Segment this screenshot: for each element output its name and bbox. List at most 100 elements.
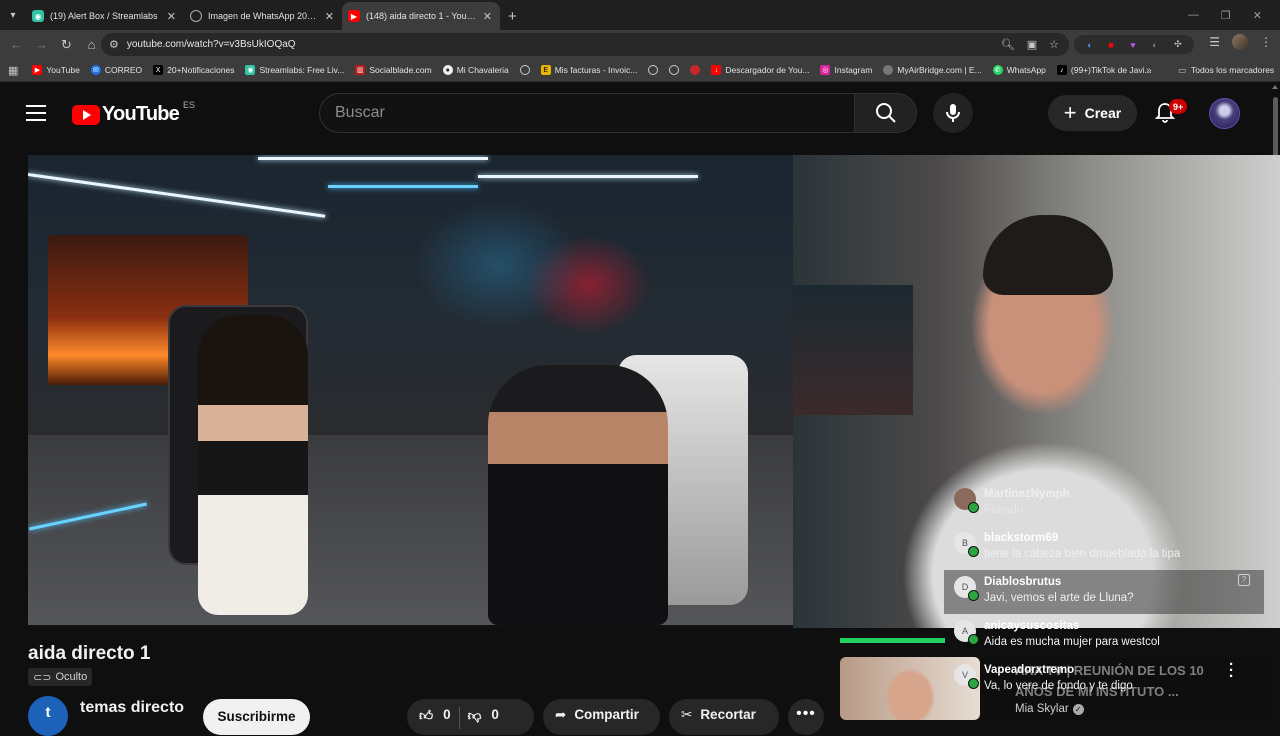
tab-search-icon[interactable]: ▾ xyxy=(0,0,26,30)
all-bookmarks-folder[interactable]: ▭ Todos los marcadores xyxy=(1178,65,1274,76)
more-bookmarks-icon[interactable]: » xyxy=(1146,65,1152,76)
invoice-icon: E xyxy=(540,65,551,75)
close-tab-icon[interactable]: ✕ xyxy=(167,10,176,23)
browser-menu-icon[interactable]: ⋮ xyxy=(1260,35,1272,49)
search-placeholder: Buscar xyxy=(335,104,385,121)
subscribe-button[interactable]: Suscribirme xyxy=(203,699,310,735)
tab-title: Imagen de WhatsApp 2026-01 xyxy=(208,11,319,21)
chat-avatar: D xyxy=(954,576,979,601)
bookmark-item[interactable]: ↓ Descargador de You... xyxy=(711,65,809,75)
menu-icon[interactable] xyxy=(26,105,46,126)
youtube-wordmark: YouTube xyxy=(102,103,180,125)
window-controls: — ❐ ✕ xyxy=(1188,0,1280,30)
cloud-icon xyxy=(883,65,894,75)
scissors-icon: ✂ xyxy=(681,707,693,722)
chat-username: Vapeadorxtremo xyxy=(984,664,1075,676)
site-info-icon[interactable]: ⚙ xyxy=(109,38,119,51)
bookmark-item[interactable]: ✉ CORREO xyxy=(90,65,143,75)
close-tab-icon[interactable]: ✕ xyxy=(325,10,334,23)
zoom-icon[interactable]: 🔍︎ xyxy=(1001,38,1015,51)
create-label: Crear xyxy=(1084,105,1122,121)
member-badge-icon xyxy=(968,678,979,689)
search-button[interactable] xyxy=(854,93,917,133)
bookmark-item[interactable]: E Mis facturas - Invoic... xyxy=(540,65,637,75)
member-badge-icon xyxy=(968,502,979,513)
bookmark-item[interactable]: ✆ WhatsApp xyxy=(992,65,1046,75)
tab-title: (148) aida directo 1 - YouTube xyxy=(366,11,477,21)
browser-tab-bar: ▾ ◉ (19) Alert Box / Streamlabs ✕ Imagen… xyxy=(0,0,1280,30)
profile-avatar[interactable] xyxy=(1232,34,1248,50)
voice-search-button[interactable] xyxy=(933,93,973,133)
question-icon: ? xyxy=(1238,574,1250,586)
minimize-icon[interactable]: — xyxy=(1188,9,1199,21)
url-text: youtube.com/watch?v=v3BsUkIOQaQ xyxy=(126,39,296,50)
bookmark-item[interactable]: ▥ Socialblade.com xyxy=(355,65,432,75)
extension-icon[interactable]: ♥ xyxy=(1130,40,1135,50)
scene-neon-light xyxy=(328,185,478,188)
bookmark-item[interactable]: X 20+Notificaciones xyxy=(153,65,234,75)
cast-icon[interactable]: ▣ xyxy=(1027,38,1037,51)
scene-neon-light xyxy=(478,175,698,178)
chat-avatar-initial: D xyxy=(961,582,969,592)
address-bar[interactable]: ⚙ youtube.com/watch?v=v3BsUkIOQaQ 🔍︎ ▣ ☆ xyxy=(101,33,1069,56)
bookmark-star-icon[interactable]: ☆ xyxy=(1049,38,1059,51)
tab-streamlabs[interactable]: ◉ (19) Alert Box / Streamlabs ✕ xyxy=(26,2,184,30)
bookmark-item[interactable]: ◉ Streamlabs: Free Liv... xyxy=(245,65,344,75)
mail-icon: ✉ xyxy=(90,65,101,75)
clip-button[interactable]: ✂ Recortar xyxy=(669,699,779,735)
socialblade-icon: ▥ xyxy=(355,65,366,75)
account-avatar[interactable] xyxy=(1209,98,1240,129)
back-icon[interactable]: ← xyxy=(4,37,29,52)
restore-icon[interactable]: ❐ xyxy=(1221,9,1231,22)
scroll-up-icon[interactable] xyxy=(1272,85,1278,89)
visibility-badge: ⊂⊃ Oculto xyxy=(28,668,93,686)
tab-youtube[interactable]: ▶ (148) aida directo 1 - YouTube ✕ xyxy=(342,2,500,30)
channel-name[interactable]: temas directo xyxy=(80,699,184,717)
extensions-puzzle-icon[interactable]: ✣ xyxy=(1174,39,1182,50)
bookmark-item[interactable]: ♪ (99+)TikTok de Javi... xyxy=(1056,65,1152,75)
reload-icon[interactable]: ↻ xyxy=(54,37,79,53)
chat-username: anicaysuscositas xyxy=(984,620,1080,632)
close-tab-icon[interactable]: ✕ xyxy=(483,10,492,23)
bookmark-item[interactable]: ▶ YouTube xyxy=(32,65,80,75)
chat-avatar xyxy=(954,488,979,513)
dislike-button[interactable]: 👎︎ 0 xyxy=(468,707,499,724)
scrollbar-thumb[interactable] xyxy=(1273,97,1278,159)
bookmark-label: 20+Notificaciones xyxy=(167,65,235,75)
bookmark-item[interactable] xyxy=(519,65,530,75)
reading-list-icon[interactable]: ☰ xyxy=(1209,35,1220,49)
bookmark-label: MyAirBridge.com | E... xyxy=(897,65,982,75)
close-window-icon[interactable]: ✕ xyxy=(1253,9,1262,22)
new-tab-button[interactable]: + xyxy=(508,2,517,30)
more-actions-button[interactable]: ••• xyxy=(788,699,824,735)
bookmark-item[interactable] xyxy=(648,65,659,75)
chat-avatar: B xyxy=(954,532,979,557)
apps-grid-icon[interactable]: ▦ xyxy=(8,64,18,77)
streamlabs-icon: ◉ xyxy=(245,65,256,75)
like-button[interactable]: 👍︎ 0 xyxy=(419,707,451,724)
video-title: aida directo 1 xyxy=(28,643,151,664)
recommended-channel-name: Mia Skylar xyxy=(1015,703,1069,715)
chat-username: Diablosbrutus xyxy=(984,576,1062,588)
tab-whatsapp-image[interactable]: Imagen de WhatsApp 2026-01 ✕ xyxy=(184,2,342,30)
extension-icon[interactable]: ■ xyxy=(1108,40,1113,50)
extension-icon[interactable]: ◖ xyxy=(1086,40,1091,50)
extension-icon[interactable]: ◐ xyxy=(1152,40,1157,50)
chat-avatar: V xyxy=(954,664,979,689)
bookmark-item[interactable] xyxy=(690,65,701,75)
search-input[interactable]: Buscar xyxy=(319,93,854,133)
share-button[interactable]: ➦ Compartir xyxy=(543,699,660,735)
recommended-channel[interactable]: Mia Skylar ✓ xyxy=(1015,703,1084,715)
bookmark-item[interactable] xyxy=(669,65,680,75)
notification-badge: 9+ xyxy=(1169,99,1188,114)
forward-icon[interactable]: → xyxy=(29,37,54,52)
chat-message: B blackstorm69 tiene la cabeza bien dmue… xyxy=(944,526,1264,570)
bookmark-item[interactable]: ● Mi Chavaleria xyxy=(442,65,509,75)
channel-avatar[interactable]: t xyxy=(28,696,68,736)
bookmark-item[interactable]: MyAirBridge.com | E... xyxy=(883,65,982,75)
video-scene-room xyxy=(28,155,793,625)
bookmark-label: CORREO xyxy=(104,65,143,75)
bookmark-item[interactable]: ◎ Instagram xyxy=(820,65,872,75)
youtube-logo[interactable]: YouTube ES xyxy=(72,100,195,126)
create-button[interactable]: + Crear xyxy=(1048,95,1137,131)
